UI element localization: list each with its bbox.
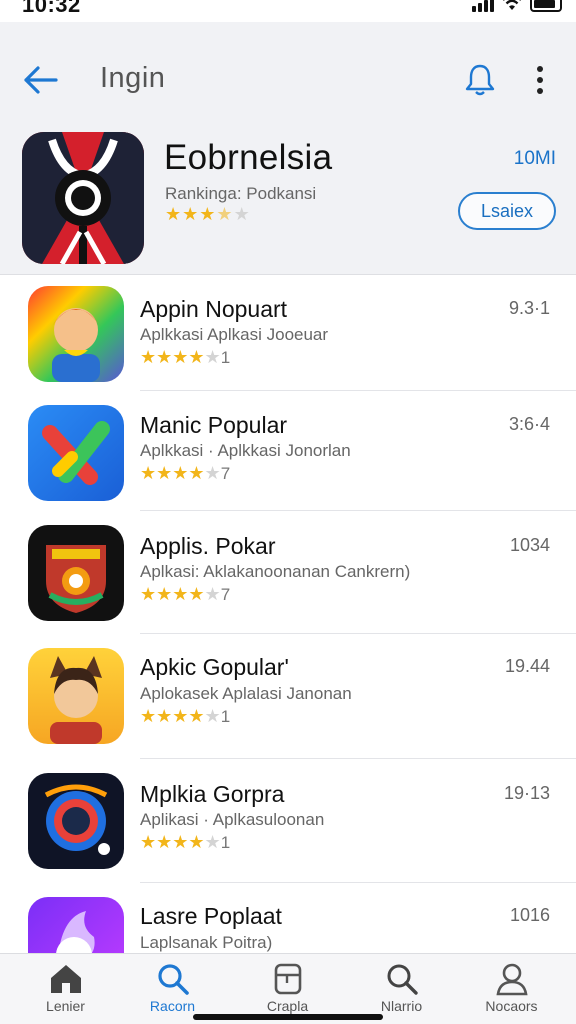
app-list: Appin Nopuart Aplkkasi Aplkasi Jooeuar ★… [0,275,576,953]
header: Ingin Eobrnelsia Rankinga: Podkansi ★★★★… [0,22,576,274]
featured-rating: ★★★★★ [165,204,251,224]
tab-label: Crapla [266,998,309,1014]
app-meta: 19.44 [504,656,550,676]
tab-label: Lenier [46,998,85,1014]
app-description: Aplikasi · Aplkasuloonan [140,810,325,829]
app-description: Aplkasi: Aklakanoonanan Cankrern) [140,562,411,581]
list-item[interactable]: Mplkia Gorpra Aplikasi · Aplkasuloonan ★… [0,759,576,883]
featured-app-icon[interactable] [22,132,144,264]
status-bar: 10:32 [0,0,576,22]
app-rating: ★★★★★7 [140,584,231,604]
tab-profile[interactable]: Nocaors [454,954,569,1024]
app-meta: 9.3·1 [508,298,550,318]
list-item[interactable]: Manic Popular Aplkkasi · Aplkkasi Jonorl… [0,391,576,511]
tab-label: Racorn [149,998,196,1014]
tab-home[interactable]: Lenier [8,954,123,1024]
app-rating: ★★★★★1 [140,706,231,726]
app-meta: 19·13 [503,783,550,803]
more-button[interactable] [526,60,554,100]
wifi-icon [503,0,521,10]
featured-app-subtitle: Rankinga: Podkansi [165,184,317,203]
app-description: Laplsanak Poitra) [140,933,273,952]
app-name: Mplkia Gorpra [140,781,285,807]
search-icon [387,964,418,995]
app-meta: 3:6·4 [508,414,550,434]
list-item[interactable]: Appin Nopuart Aplkkasi Aplkasi Jooeuar ★… [0,275,576,395]
list-item[interactable]: Apkic Gopular' Aplokasek Aplalasi Janona… [0,634,576,759]
signal-icon [472,0,494,12]
app-name: Applis. Pokar [140,533,276,559]
app-name: Lasre Poplaat [140,903,282,929]
app-icon [28,405,124,501]
home-indicator [193,1014,383,1020]
app-name: Manic Popular [140,412,288,438]
battery-icon [530,0,562,12]
app-icon [28,525,124,621]
app-name: Apkic Gopular' [140,654,289,680]
app-icon [28,897,124,953]
featured-app-name[interactable]: Eobrnelsia [164,138,332,178]
list-item[interactable]: Applis. Pokar Aplkasi: Aklakanoonanan Ca… [0,511,576,634]
tab-label: Nocaors [485,998,538,1014]
status-time: 10:32 [22,0,81,17]
status-icons [472,0,562,12]
bell-icon [465,64,495,96]
notifications-button[interactable] [460,60,500,100]
app-icon [28,286,124,382]
app-rating: ★★★★★7 [140,463,231,483]
search-icon [157,964,189,995]
profile-icon [495,963,528,996]
app-meta: 1034 [509,535,550,555]
app-name: Appin Nopuart [140,296,288,322]
app-rating: ★★★★★1 [140,347,231,367]
back-button[interactable] [20,62,60,98]
page-title: Ingin [100,62,166,94]
app-meta: 1016 [509,905,550,925]
featured-app-size: 10MI [513,148,556,169]
app-description: Aplkkasi Aplkasi Jooeuar [140,325,329,344]
app-icon [28,648,124,744]
arrow-left-icon [24,66,58,94]
app-icon [28,773,124,869]
more-vertical-icon [537,66,543,72]
app-description: Aplkkasi · Aplkkasi Jonorlan [140,441,351,460]
list-item[interactable]: Lasre Poplaat Laplsanak Poitra) 1016 [0,883,576,953]
featured-get-button[interactable]: Lsaiex [458,192,556,230]
tab-label: Nlarrio [380,998,423,1014]
app-rating: ★★★★★1 [140,832,231,852]
app-description: Aplokasek Aplalasi Janonan [140,684,352,703]
home-icon [50,965,81,993]
apps-icon [274,963,301,995]
